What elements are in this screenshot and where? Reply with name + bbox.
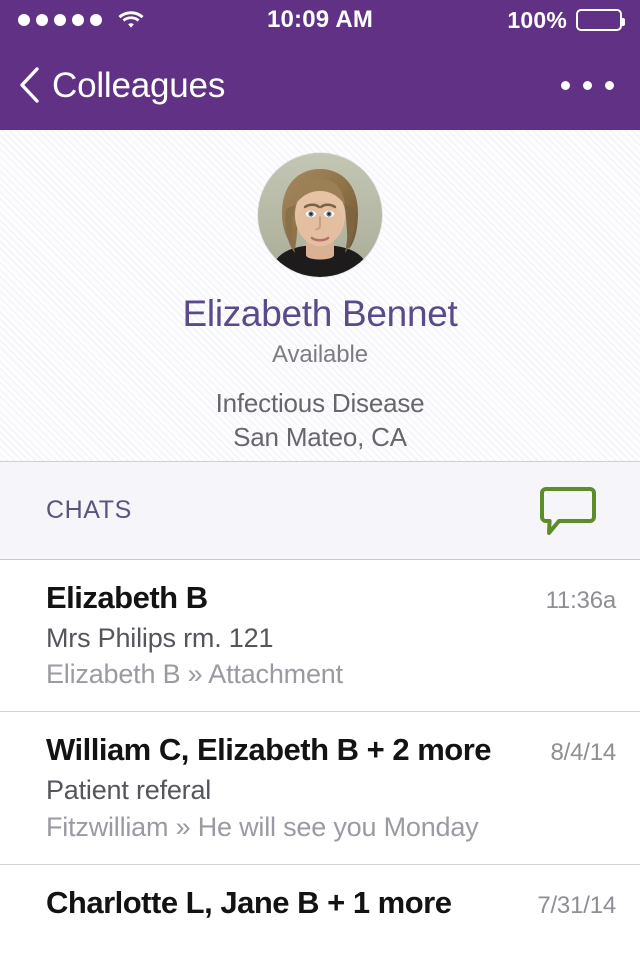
chat-timestamp: 11:36a [545, 587, 617, 614]
avatar[interactable] [258, 153, 382, 277]
chevron-left-icon [18, 66, 40, 104]
more-horizontal-icon[interactable] [559, 71, 616, 100]
back-button[interactable]: Colleagues [18, 66, 225, 104]
status-bar-right: 100% [507, 6, 625, 34]
chat-timestamp: 8/4/14 [550, 739, 616, 767]
table-row[interactable]: Elizabeth B 11:36a Mrs Philips rm. 121 E… [0, 560, 640, 713]
page-title: Colleagues [52, 65, 226, 105]
chat-preview: Fitzwilliam » He will see you Monday [46, 811, 479, 842]
profile-availability-status: Available [271, 340, 369, 368]
chat-subject: Mrs Philips rm. 121 [46, 623, 274, 653]
status-bar-left [18, 10, 144, 30]
chat-subject: Patient referal [46, 775, 212, 806]
chats-section-header: CHATS [0, 462, 640, 560]
profile-specialty: Infectious Disease [215, 387, 425, 418]
chat-row-header: Elizabeth B 11:36a [46, 580, 616, 616]
navigation-bar: Colleagues [0, 40, 640, 130]
chat-preview: Elizabeth B » Attachment [46, 659, 343, 690]
status-bar: 10:09 AM 100% [0, 0, 640, 40]
chat-list: Elizabeth B 11:36a Mrs Philips rm. 121 E… [0, 560, 640, 943]
chat-row-header: Charlotte L, Jane B + 1 more 7/31/14 [46, 885, 616, 921]
chat-participants: William C, Elizabeth B + 2 more [46, 732, 492, 768]
table-row[interactable]: Charlotte L, Jane B + 1 more 7/31/14 [0, 864, 640, 943]
signal-strength-icon [18, 14, 102, 26]
chat-bubble-icon [540, 486, 596, 536]
chat-timestamp: 7/31/14 [537, 891, 616, 919]
profile-header: Elizabeth Bennet Available Infectious Di… [0, 130, 640, 462]
new-chat-button[interactable] [536, 482, 600, 540]
profile-details: Infectious Disease San Mateo, CA [216, 386, 425, 455]
battery-percentage: 100% [507, 6, 567, 33]
profile-location: San Mateo, CA [233, 422, 407, 453]
table-row[interactable]: William C, Elizabeth B + 2 more 8/4/14 P… [0, 712, 640, 865]
wifi-icon [118, 10, 144, 30]
profile-name: Elizabeth Bennet [182, 293, 458, 334]
chat-participants: Elizabeth B [46, 580, 208, 615]
status-bar-time: 10:09 AM [266, 6, 374, 33]
phone-screen: 10:09 AM 100% Colleagues Elizabeth Benne… [0, 0, 640, 960]
chat-row-header: William C, Elizabeth B + 2 more 8/4/14 [46, 732, 616, 768]
battery-icon [576, 9, 625, 31]
chats-section-title: CHATS [46, 496, 132, 524]
chat-participants: Charlotte L, Jane B + 1 more [46, 884, 452, 920]
